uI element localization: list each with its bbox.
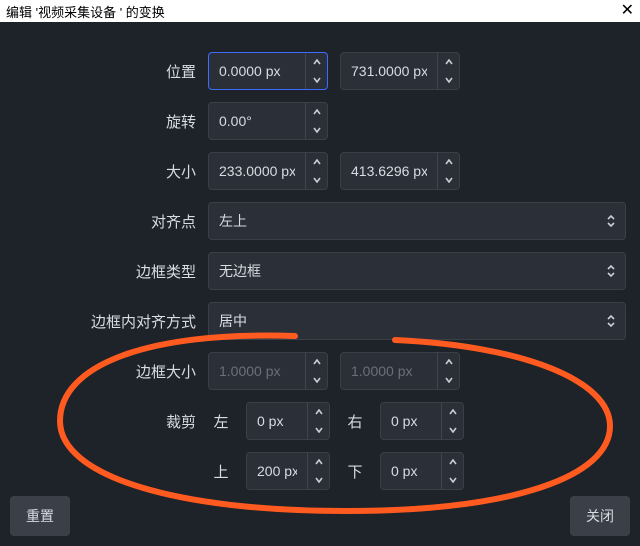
stepper-up: [438, 353, 459, 371]
stepper-up[interactable]: [438, 153, 459, 171]
form: 位置 旋转 大小: [0, 22, 640, 490]
label-bounding-align: 边框内对齐方式: [8, 311, 208, 332]
stepper-up[interactable]: [308, 403, 329, 421]
stepper-down: [438, 371, 459, 389]
stepper-up[interactable]: [306, 53, 327, 71]
alignment-value: 左上: [219, 211, 247, 231]
close-icon[interactable]: ✕: [621, 3, 634, 19]
crop-right-input[interactable]: [381, 413, 441, 429]
stepper-down[interactable]: [442, 421, 463, 439]
bounding-size-h-input: [341, 363, 437, 379]
close-button[interactable]: 关闭: [570, 496, 630, 536]
bounding-align-value: 居中: [219, 311, 247, 331]
stepper-up: [306, 353, 327, 371]
size-h-input[interactable]: [341, 163, 437, 179]
bounding-align-select[interactable]: 居中: [208, 302, 626, 340]
stepper-down[interactable]: [308, 421, 329, 439]
bounding-type-value: 无边框: [219, 261, 261, 281]
crop-top-spinner[interactable]: [246, 452, 330, 490]
rotation-input[interactable]: [209, 113, 305, 129]
alignment-select[interactable]: 左上: [208, 202, 626, 240]
label-crop-bottom: 下: [342, 461, 368, 482]
stepper-up[interactable]: [306, 153, 327, 171]
stepper-down[interactable]: [438, 71, 459, 89]
stepper-up[interactable]: [442, 403, 463, 421]
size-w-spinner[interactable]: [208, 152, 328, 190]
position-y-input[interactable]: [341, 63, 437, 79]
size-h-spinner[interactable]: [340, 152, 460, 190]
crop-right-spinner[interactable]: [380, 402, 464, 440]
label-crop-left: 左: [208, 411, 234, 432]
crop-top-input[interactable]: [247, 463, 307, 479]
crop-bottom-spinner[interactable]: [380, 452, 464, 490]
stepper-up[interactable]: [438, 53, 459, 71]
crop-bottom-input[interactable]: [381, 463, 441, 479]
label-alignment: 对齐点: [8, 211, 208, 232]
stepper-down[interactable]: [306, 121, 327, 139]
rotation-spinner[interactable]: [208, 102, 328, 140]
label-size: 大小: [8, 161, 208, 182]
bounding-size-w-spinner: [208, 352, 328, 390]
title-bar: 编辑 '视频采集设备 ' 的变换 ✕: [0, 0, 640, 22]
stepper-up[interactable]: [442, 453, 463, 471]
crop-left-spinner[interactable]: [246, 402, 330, 440]
select-arrows-icon: [607, 265, 615, 277]
label-rotation: 旋转: [8, 111, 208, 132]
position-x-spinner[interactable]: [208, 52, 328, 90]
label-crop: 裁剪: [8, 411, 208, 432]
label-position: 位置: [8, 61, 208, 82]
label-bounding-size: 边框大小: [8, 361, 208, 382]
window-title: 编辑 '视频采集设备 ' 的变换: [6, 2, 165, 21]
position-x-input[interactable]: [209, 63, 305, 79]
position-y-spinner[interactable]: [340, 52, 460, 90]
select-arrows-icon: [607, 315, 615, 327]
bounding-size-h-spinner: [340, 352, 460, 390]
stepper-down[interactable]: [306, 71, 327, 89]
bounding-size-w-input: [209, 363, 305, 379]
bounding-type-select[interactable]: 无边框: [208, 252, 626, 290]
stepper-up[interactable]: [306, 103, 327, 121]
stepper-down[interactable]: [442, 471, 463, 489]
crop-left-input[interactable]: [247, 413, 307, 429]
footer: 重置 关闭: [0, 496, 640, 536]
stepper-down: [306, 371, 327, 389]
stepper-down[interactable]: [306, 171, 327, 189]
label-bounding-type: 边框类型: [8, 261, 208, 282]
size-w-input[interactable]: [209, 163, 305, 179]
stepper-up[interactable]: [308, 453, 329, 471]
stepper-down[interactable]: [438, 171, 459, 189]
label-crop-top: 上: [208, 461, 234, 482]
label-crop-right: 右: [342, 411, 368, 432]
select-arrows-icon: [607, 215, 615, 227]
stepper-down[interactable]: [308, 471, 329, 489]
reset-button[interactable]: 重置: [10, 496, 70, 536]
